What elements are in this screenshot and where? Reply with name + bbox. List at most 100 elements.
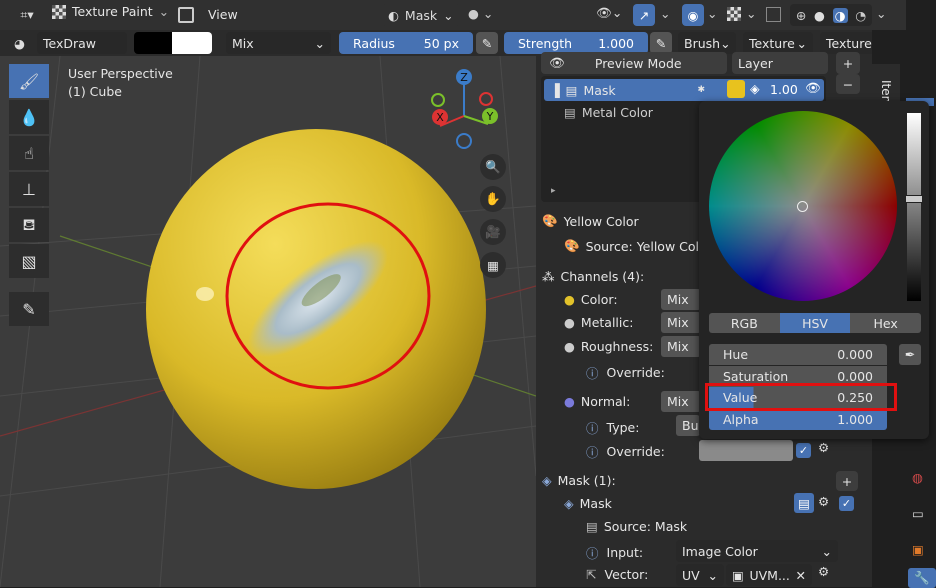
collection-icon[interactable]: ▭	[912, 506, 924, 521]
channel-blend-dropdown[interactable]: Mix	[661, 289, 701, 310]
alpha-field[interactable]: Alpha 1.000	[709, 409, 887, 430]
override-checkbox[interactable]: ✓	[796, 443, 811, 458]
normal-blend-dropdown[interactable]: Mix	[661, 391, 701, 412]
fill-tool-icon[interactable]: ⛾	[9, 208, 49, 242]
expand-triangle-icon[interactable]: ▸	[551, 186, 556, 196]
grid-perspective-icon[interactable]: ▦	[480, 252, 506, 278]
chevron-down-icon[interactable]: ⌄	[707, 6, 717, 21]
checker-icon[interactable]	[727, 7, 741, 21]
gizmo-neg-x-icon[interactable]	[479, 92, 493, 106]
wireframe-shading-icon[interactable]: ⊕	[796, 8, 806, 23]
channel-label: Metallic:	[580, 315, 634, 330]
gizmo-z-label: Z	[460, 71, 468, 84]
draw-tool-icon[interactable]: 🖌	[9, 64, 49, 98]
solid-shading-icon[interactable]: ●	[814, 8, 825, 23]
chevron-down-icon: ⌄	[796, 35, 807, 51]
mask-tool-icon[interactable]: ▧	[9, 244, 49, 278]
strength-slider[interactable]: Strength 1.000	[504, 32, 648, 54]
secondary-color-swatch[interactable]	[172, 32, 212, 54]
layer-color-swatch[interactable]	[727, 80, 745, 98]
rendered-shading-icon[interactable]: ◔	[855, 8, 866, 23]
editor-type-icon[interactable]: ⌗▾	[10, 5, 44, 25]
value-slider[interactable]	[907, 113, 921, 301]
blend-mode-dropdown[interactable]: Mix ⌄	[226, 32, 331, 54]
mask-enabled-checkbox[interactable]: ✓	[839, 496, 854, 511]
radius-slider[interactable]: Radius 50 px	[339, 32, 473, 54]
type-dropdown[interactable]: Bu	[676, 415, 700, 436]
overlay-toggle-icon[interactable]: ◉	[682, 4, 704, 26]
preview-mode-toggle[interactable]: 👁 Preview Mode	[541, 52, 727, 74]
mask-label: Mask	[404, 7, 438, 23]
xray-icon[interactable]	[766, 7, 781, 22]
layer-opacity-value[interactable]: 1.00	[770, 82, 798, 97]
tab-hex[interactable]: Hex	[850, 313, 922, 333]
eye-icon[interactable]: 👁	[805, 80, 821, 96]
smear-tool-icon[interactable]: ☝	[9, 136, 49, 170]
paint-layer-icon: ▐	[550, 82, 560, 98]
material-shading-icon[interactable]: ◑	[832, 7, 848, 23]
image-icon[interactable]: ▤	[794, 493, 814, 513]
world-icon[interactable]: ◍	[912, 470, 923, 485]
object-icon[interactable]: ▣	[912, 542, 924, 557]
pressure-radius-icon[interactable]: ✎	[476, 32, 498, 54]
override-color-swatch[interactable]	[699, 440, 793, 461]
shading-modes[interactable]: ⊕ ● ◑ ◔	[790, 4, 872, 26]
add-mask-icon[interactable]: +	[836, 471, 858, 491]
vector-type-dropdown[interactable]: UV ⌄	[676, 564, 724, 586]
soften-tool-icon[interactable]: 💧	[9, 100, 49, 134]
mode-selector[interactable]: Texture Paint ⌄	[52, 4, 169, 19]
perspective-label: User Perspective	[68, 66, 173, 81]
remove-layer-icon[interactable]: −	[836, 74, 860, 94]
zoom-icon[interactable]: 🔍	[480, 154, 506, 180]
texture-menu[interactable]: Texture ⌄	[743, 32, 813, 54]
gizmo-toggle-icon[interactable]: ↗	[633, 4, 655, 26]
source-label: Source: Yellow Color	[585, 238, 712, 254]
layer-dropdown[interactable]: Layer	[732, 52, 828, 74]
mask-menu[interactable]: ◐ Mask ⌄	[382, 4, 460, 26]
face-mask-icon[interactable]	[178, 7, 194, 23]
chevron-down-icon[interactable]: ⌄	[876, 6, 886, 21]
tab-hsv[interactable]: HSV	[779, 313, 851, 333]
uv-map-selector[interactable]: ▣ UVM... ✕	[726, 564, 812, 586]
eye-icon: 👁	[549, 55, 565, 70]
brush-selector[interactable]: TexDraw	[37, 32, 127, 54]
primary-color-swatch[interactable]	[134, 32, 172, 54]
gear-icon[interactable]: ⚙	[818, 494, 829, 509]
value-slider-handle[interactable]	[905, 195, 923, 203]
clone-tool-icon[interactable]: ⊥	[9, 172, 49, 206]
visibility-icon[interactable]: 👁⌄	[596, 5, 622, 21]
annotate-tool-icon[interactable]: ✎	[9, 292, 49, 326]
eyedropper-icon[interactable]: ✒	[899, 344, 921, 365]
gizmo-neg-y-icon[interactable]	[431, 93, 445, 107]
add-layer-icon[interactable]: +	[836, 52, 860, 74]
pressure-strength-icon[interactable]: ✎	[650, 32, 672, 54]
hue-field[interactable]: Hue 0.000	[709, 344, 887, 365]
mask-source-label: Source: Mask	[603, 519, 688, 534]
view-menu[interactable]: View	[208, 7, 238, 22]
input-dropdown[interactable]: Image Color ⌄	[676, 540, 838, 562]
color-wheel-cursor[interactable]	[797, 201, 808, 212]
chevron-down-icon[interactable]: ⌄	[746, 6, 756, 21]
blend-label: Mix	[667, 315, 689, 330]
gizmo-neg-z-icon[interactable]	[456, 133, 472, 149]
navigation-gizmo[interactable]: Z X Y	[426, 66, 506, 156]
layer-item-metal-color[interactable]: ▤ Metal Color	[564, 105, 653, 120]
channel-blend-dropdown[interactable]: Mix	[661, 336, 701, 357]
3d-viewport[interactable]: User Perspective (1) Cube 🖌 💧 ☝ ⊥ ⛾ ▧ ✎ …	[0, 56, 536, 587]
field-value: 0.000	[837, 369, 873, 384]
image-icon: ▤	[586, 519, 598, 534]
strength-value: 1.000	[598, 35, 634, 51]
mask-icon: ◈	[542, 473, 552, 488]
pivot-icon[interactable]: ● ⌄	[468, 6, 493, 21]
channels-header: ⁂ Channels (4):	[542, 269, 644, 284]
camera-icon[interactable]: 🎥	[480, 219, 506, 245]
gear-icon[interactable]: ⚙	[818, 440, 829, 455]
tab-rgb[interactable]: RGB	[709, 313, 780, 333]
chevron-down-icon[interactable]: ⌄	[660, 6, 670, 21]
pan-hand-icon[interactable]: ✋	[480, 186, 506, 212]
brush-menu[interactable]: Brush ⌄	[678, 32, 736, 54]
channel-blend-dropdown[interactable]: Mix	[661, 312, 701, 333]
close-icon[interactable]: ✕	[796, 568, 806, 583]
gear-icon[interactable]: ⚙	[818, 564, 829, 579]
wrench-icon[interactable]: 🔧	[908, 568, 936, 588]
